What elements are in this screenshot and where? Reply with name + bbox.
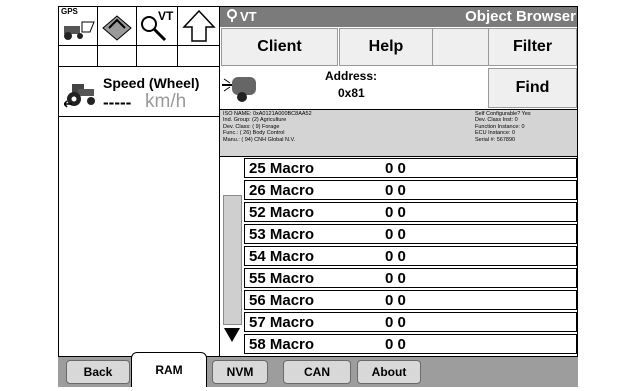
- client-button[interactable]: Client: [221, 28, 338, 66]
- object-value: 0 0: [385, 248, 406, 265]
- find-button[interactable]: Find: [488, 68, 577, 108]
- location-pin-icon: [227, 9, 237, 22]
- object-name: 58 Macro: [249, 336, 315, 353]
- back-button[interactable]: Back: [66, 360, 130, 384]
- divider: [136, 45, 137, 67]
- iso-info-left: ISO NAME: 0xA0121A000BC8AA52 Ind. Group:…: [223, 111, 312, 143]
- object-value: 0 0: [385, 160, 406, 177]
- object-value: 0 0: [385, 270, 406, 287]
- address-value: 0x81: [338, 86, 365, 100]
- object-name: 26 Macro: [249, 182, 315, 199]
- object-name: 25 Macro: [249, 160, 315, 177]
- list-item[interactable]: 52 Macro 0 0: [244, 202, 577, 222]
- manufacturer: Manu.: ( 94) CNH Global N.V.: [223, 136, 296, 143]
- serial-number: Serial #: 567890: [475, 136, 516, 143]
- gps-label: GPS: [61, 7, 78, 16]
- object-value: 0 0: [385, 292, 406, 309]
- gps-toolbar-button[interactable]: GPS: [58, 6, 98, 46]
- speed-title: Speed (Wheel): [103, 75, 200, 91]
- tab-about[interactable]: About: [357, 360, 421, 384]
- magnifier-icon: [141, 16, 167, 42]
- list-item[interactable]: 56 Macro 0 0: [244, 290, 577, 310]
- header-spacer: [433, 28, 488, 66]
- vt-title-label: VT: [240, 9, 257, 24]
- list-item[interactable]: 58 Macro 0 0: [244, 334, 577, 354]
- speed-value: -----: [103, 93, 132, 112]
- list-item[interactable]: 54 Macro 0 0: [244, 246, 577, 266]
- object-name: 52 Macro: [249, 204, 315, 221]
- window-title: Object Browser: [465, 8, 576, 25]
- panel-divider: [219, 6, 220, 356]
- tab-can[interactable]: CAN: [283, 360, 351, 384]
- object-name: 55 Macro: [249, 270, 315, 287]
- vt-toolbar-button[interactable]: VT: [136, 6, 178, 46]
- address-label: Address:: [325, 69, 378, 83]
- list-item[interactable]: 55 Macro 0 0: [244, 268, 577, 288]
- implement-toolbar-button[interactable]: [97, 6, 137, 46]
- divider: [97, 45, 98, 67]
- help-button[interactable]: Help: [339, 28, 433, 66]
- object-value: 0 0: [385, 336, 406, 353]
- filter-button[interactable]: Filter: [488, 28, 577, 66]
- scrollbar-thumb[interactable]: [223, 195, 242, 325]
- speed-unit: km/h: [145, 91, 187, 112]
- tab-nvm[interactable]: NVM: [212, 360, 268, 384]
- object-name: 53 Macro: [249, 226, 315, 243]
- object-name: 54 Macro: [249, 248, 315, 265]
- object-value: 0 0: [385, 314, 406, 331]
- left-toolbar-row2: [58, 45, 220, 67]
- baler-icon: [222, 77, 256, 102]
- up-arrow-icon: [182, 9, 216, 42]
- list-item[interactable]: 57 Macro 0 0: [244, 312, 577, 332]
- object-value: 0 0: [385, 182, 406, 199]
- object-name: 56 Macro: [249, 292, 315, 309]
- object-value: 0 0: [385, 204, 406, 221]
- list-item[interactable]: 53 Macro 0 0: [244, 224, 577, 244]
- list-item[interactable]: 25 Macro 0 0: [244, 158, 577, 178]
- object-name: 57 Macro: [249, 314, 315, 331]
- tractor-icon: [64, 84, 95, 108]
- iso-info-right: Self Configurable? Yes Dev. Class Inst: …: [475, 111, 531, 143]
- tab-ram[interactable]: RAM: [131, 352, 207, 387]
- diamond-implement-icon: [102, 15, 132, 41]
- scroll-down-icon[interactable]: [224, 328, 240, 342]
- divider: [177, 45, 178, 67]
- object-value: 0 0: [385, 226, 406, 243]
- gps-tractor-icon: [64, 21, 95, 40]
- list-item[interactable]: 26 Macro 0 0: [244, 180, 577, 200]
- up-arrow-toolbar-button[interactable]: [177, 6, 220, 46]
